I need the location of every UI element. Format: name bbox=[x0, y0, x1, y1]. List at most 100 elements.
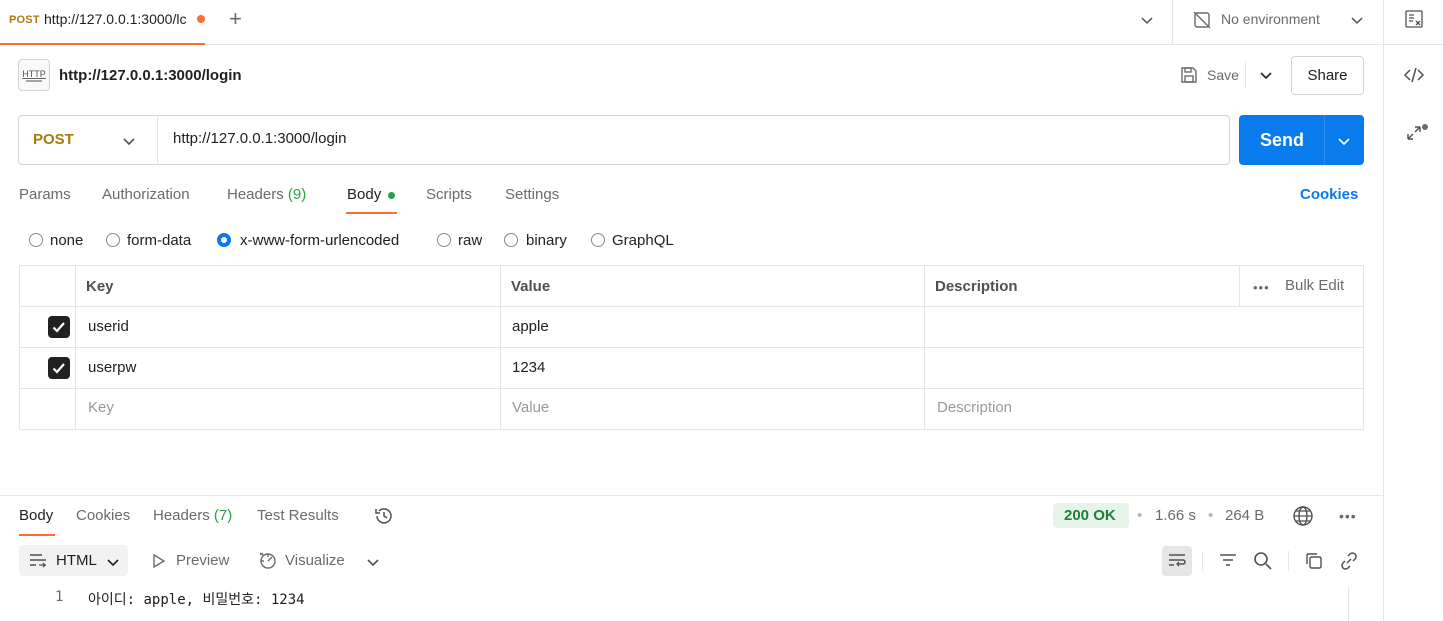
tab-settings[interactable]: Settings bbox=[505, 186, 559, 203]
new-value-input[interactable]: Value bbox=[512, 399, 549, 416]
tab-body[interactable]: Body bbox=[347, 186, 381, 203]
line-number: 1 bbox=[55, 589, 64, 605]
radio-label-form-data[interactable]: form-data bbox=[127, 232, 191, 249]
wrap-lines-icon[interactable] bbox=[1167, 551, 1187, 571]
filter-icon[interactable] bbox=[1218, 551, 1238, 571]
http-request-icon: HTTP bbox=[18, 59, 50, 91]
table-col-divider bbox=[75, 265, 76, 430]
preview-button[interactable]: Preview bbox=[176, 552, 229, 569]
visualize-chevron-icon[interactable] bbox=[366, 555, 380, 569]
method-label[interactable]: POST bbox=[33, 131, 74, 148]
radio-label-binary[interactable]: binary bbox=[526, 232, 567, 249]
table-cell-value[interactable]: apple bbox=[512, 318, 549, 335]
globe-icon[interactable] bbox=[1292, 505, 1314, 527]
copy-icon[interactable] bbox=[1304, 551, 1324, 571]
tab-scripts[interactable]: Scripts bbox=[426, 186, 472, 203]
send-divider bbox=[1324, 115, 1325, 165]
radio-label-x-www-form-urlencoded[interactable]: x-www-form-urlencoded bbox=[240, 232, 399, 249]
radio-label-none[interactable]: none bbox=[50, 232, 83, 249]
body-indicator-dot-icon bbox=[388, 192, 395, 199]
right-sidebar-divider bbox=[1383, 45, 1384, 621]
table-cell-key[interactable]: userid bbox=[88, 318, 129, 335]
toolbar-separator bbox=[1288, 551, 1289, 571]
send-label[interactable]: Send bbox=[1260, 130, 1304, 151]
row-checkbox[interactable] bbox=[48, 357, 70, 379]
radio-x-www-form-urlencoded[interactable] bbox=[217, 233, 231, 247]
preview-play-icon[interactable] bbox=[152, 553, 166, 569]
share-button[interactable]: Share bbox=[1291, 56, 1364, 95]
no-environment-icon bbox=[1192, 10, 1212, 30]
table-cell-key[interactable]: userpw bbox=[88, 359, 136, 376]
meta-separator: • bbox=[1208, 507, 1214, 524]
radio-graphql[interactable] bbox=[591, 233, 605, 247]
radio-form-data[interactable] bbox=[106, 233, 120, 247]
response-tab-headers[interactable]: Headers (7) bbox=[153, 507, 232, 524]
new-description-input[interactable]: Description bbox=[937, 399, 1012, 416]
svg-text:HTTP: HTTP bbox=[22, 69, 46, 79]
response-time[interactable]: 1.66 s bbox=[1155, 507, 1196, 524]
tab-method-label: POST bbox=[9, 14, 40, 26]
radio-label-raw[interactable]: raw bbox=[458, 232, 482, 249]
related-collections-icon[interactable] bbox=[1405, 124, 1423, 142]
status-code[interactable]: 200 OK bbox=[1064, 507, 1116, 524]
column-header-key: Key bbox=[86, 278, 114, 295]
table-col-divider bbox=[500, 265, 501, 430]
tab-params[interactable]: Params bbox=[19, 186, 71, 203]
response-body-text[interactable]: 아이디: apple, 비밀번호: 1234 bbox=[88, 589, 305, 609]
tab-headers-label: Headers bbox=[227, 186, 284, 203]
editor-scrollbar[interactable] bbox=[1348, 587, 1349, 621]
bulk-edit-button[interactable]: Bulk Edit bbox=[1285, 277, 1344, 294]
response-size[interactable]: 264 B bbox=[1225, 507, 1264, 524]
table-divider bbox=[19, 347, 1364, 348]
table-col-divider bbox=[1239, 265, 1240, 306]
response-tab-headers-label: Headers bbox=[153, 507, 210, 524]
table-options-icon[interactable]: ••• bbox=[1253, 280, 1270, 295]
response-tab-headers-count: (7) bbox=[213, 507, 233, 524]
environment-selector[interactable]: No environment bbox=[1221, 11, 1320, 27]
response-tab-cookies[interactable]: Cookies bbox=[76, 507, 130, 524]
active-tab-underline bbox=[346, 212, 397, 214]
url-input[interactable]: http://127.0.0.1:3000/login bbox=[173, 130, 346, 147]
tab-headers[interactable]: Headers (9) bbox=[227, 186, 306, 203]
save-icon[interactable] bbox=[1180, 66, 1198, 84]
response-tab-body[interactable]: Body bbox=[19, 507, 53, 524]
response-divider bbox=[0, 495, 1383, 496]
format-chevron-icon[interactable] bbox=[106, 555, 120, 569]
search-icon[interactable] bbox=[1253, 551, 1273, 571]
visualize-icon[interactable] bbox=[257, 550, 279, 572]
format-lines-icon bbox=[28, 551, 48, 571]
row-checkbox[interactable] bbox=[48, 316, 70, 338]
tabbar-divider-right bbox=[1383, 0, 1384, 45]
send-options-chevron-icon[interactable] bbox=[1337, 134, 1351, 148]
tab-headers-count: (9) bbox=[287, 186, 307, 203]
unsaved-dot-icon bbox=[197, 15, 205, 23]
new-tab-plus-icon[interactable]: + bbox=[229, 8, 242, 30]
tabs-menu-chevron-icon[interactable] bbox=[1139, 12, 1155, 28]
code-snippet-icon[interactable] bbox=[1403, 65, 1425, 85]
table-cell-value[interactable]: 1234 bbox=[512, 359, 545, 376]
save-button[interactable]: Save bbox=[1207, 67, 1239, 83]
environment-quick-look-icon[interactable] bbox=[1404, 9, 1424, 29]
radio-raw[interactable] bbox=[437, 233, 451, 247]
more-options-icon[interactable]: ••• bbox=[1339, 508, 1357, 524]
table-divider bbox=[19, 388, 1364, 389]
response-active-underline bbox=[19, 534, 55, 536]
radio-none[interactable] bbox=[29, 233, 43, 247]
request-title[interactable]: http://127.0.0.1:3000/login bbox=[59, 67, 242, 84]
new-key-input[interactable]: Key bbox=[88, 399, 114, 416]
tab-authorization[interactable]: Authorization bbox=[102, 186, 190, 203]
save-options-chevron-icon[interactable] bbox=[1259, 68, 1273, 82]
response-tab-test-results[interactable]: Test Results bbox=[257, 507, 339, 524]
visualize-button[interactable]: Visualize bbox=[285, 552, 345, 569]
format-label[interactable]: HTML bbox=[56, 552, 97, 569]
radio-binary[interactable] bbox=[504, 233, 518, 247]
method-chevron-icon[interactable] bbox=[122, 134, 136, 148]
table-divider bbox=[19, 306, 1364, 307]
cookies-link[interactable]: Cookies bbox=[1300, 186, 1358, 203]
column-header-description: Description bbox=[935, 278, 1018, 295]
history-icon[interactable] bbox=[373, 505, 395, 527]
link-icon[interactable] bbox=[1339, 551, 1359, 571]
radio-label-graphql[interactable]: GraphQL bbox=[612, 232, 674, 249]
tab-title[interactable]: http://127.0.0.1:3000/lc bbox=[44, 11, 192, 27]
environment-chevron-icon[interactable] bbox=[1349, 12, 1365, 28]
